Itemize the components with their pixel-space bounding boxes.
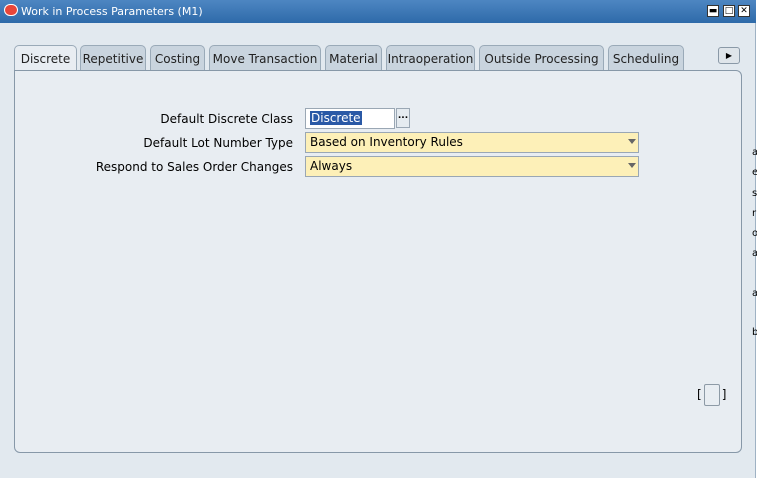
respond-to-sales-order-changes-select[interactable]: Always [305, 156, 639, 177]
tab-move-transaction[interactable]: Move Transaction [209, 45, 321, 70]
minimize-button[interactable]: ▬ [707, 5, 719, 17]
tab-discrete[interactable]: Discrete [14, 45, 77, 71]
default-discrete-class-value: Discrete [310, 111, 362, 125]
background-text: r [752, 208, 757, 219]
tab-scroll-right-button[interactable]: ▶ [718, 47, 740, 64]
tab-intraoperation[interactable]: Intraoperation [386, 45, 475, 70]
chevron-down-icon [628, 163, 636, 168]
window-titlebar[interactable]: Work in Process Parameters (M1) ▬ □ ✕ [0, 0, 756, 23]
chevron-down-icon [628, 139, 636, 144]
bracket-right: ] [721, 387, 727, 402]
list-of-values-button[interactable]: ... [396, 108, 410, 128]
background-text: a [752, 288, 757, 299]
maximize-button[interactable]: □ [723, 5, 735, 17]
background-text: o [752, 228, 757, 239]
default-lot-number-type-value: Based on Inventory Rules [310, 135, 463, 149]
right-arrow-icon: ▶ [725, 51, 733, 60]
bracket-left: [ [697, 387, 702, 402]
default-lot-number-type-select[interactable]: Based on Inventory Rules [305, 132, 639, 153]
tab-outside-processing[interactable]: Outside Processing [479, 45, 604, 70]
default-lot-number-type-label: Default Lot Number Type [143, 136, 293, 150]
tab-costing[interactable]: Costing [150, 45, 205, 70]
background-text: b [752, 327, 757, 338]
oracle-logo-icon [4, 4, 18, 16]
respond-to-sales-order-changes-value: Always [310, 159, 353, 173]
tab-material[interactable]: Material [325, 45, 382, 70]
app-window: Work in Process Parameters (M1) ▬ □ ✕ Di… [0, 0, 756, 478]
default-discrete-class-label: Default Discrete Class [160, 112, 293, 126]
flexfield-box[interactable] [703, 384, 720, 406]
window-title: Work in Process Parameters (M1) [21, 5, 203, 18]
tab-scheduling[interactable]: Scheduling [608, 45, 684, 70]
respond-to-sales-order-changes-label: Respond to Sales Order Changes [95, 160, 293, 174]
close-button[interactable]: ✕ [738, 5, 750, 17]
background-text: a [752, 147, 757, 158]
tab-repetitive[interactable]: Repetitive [80, 45, 146, 70]
descriptive-flexfield-indicator[interactable]: [] [697, 384, 726, 406]
default-discrete-class-field[interactable]: Discrete [305, 108, 395, 129]
background-text: e [752, 167, 757, 178]
background-text: a [752, 248, 757, 259]
background-text: s [752, 188, 757, 199]
